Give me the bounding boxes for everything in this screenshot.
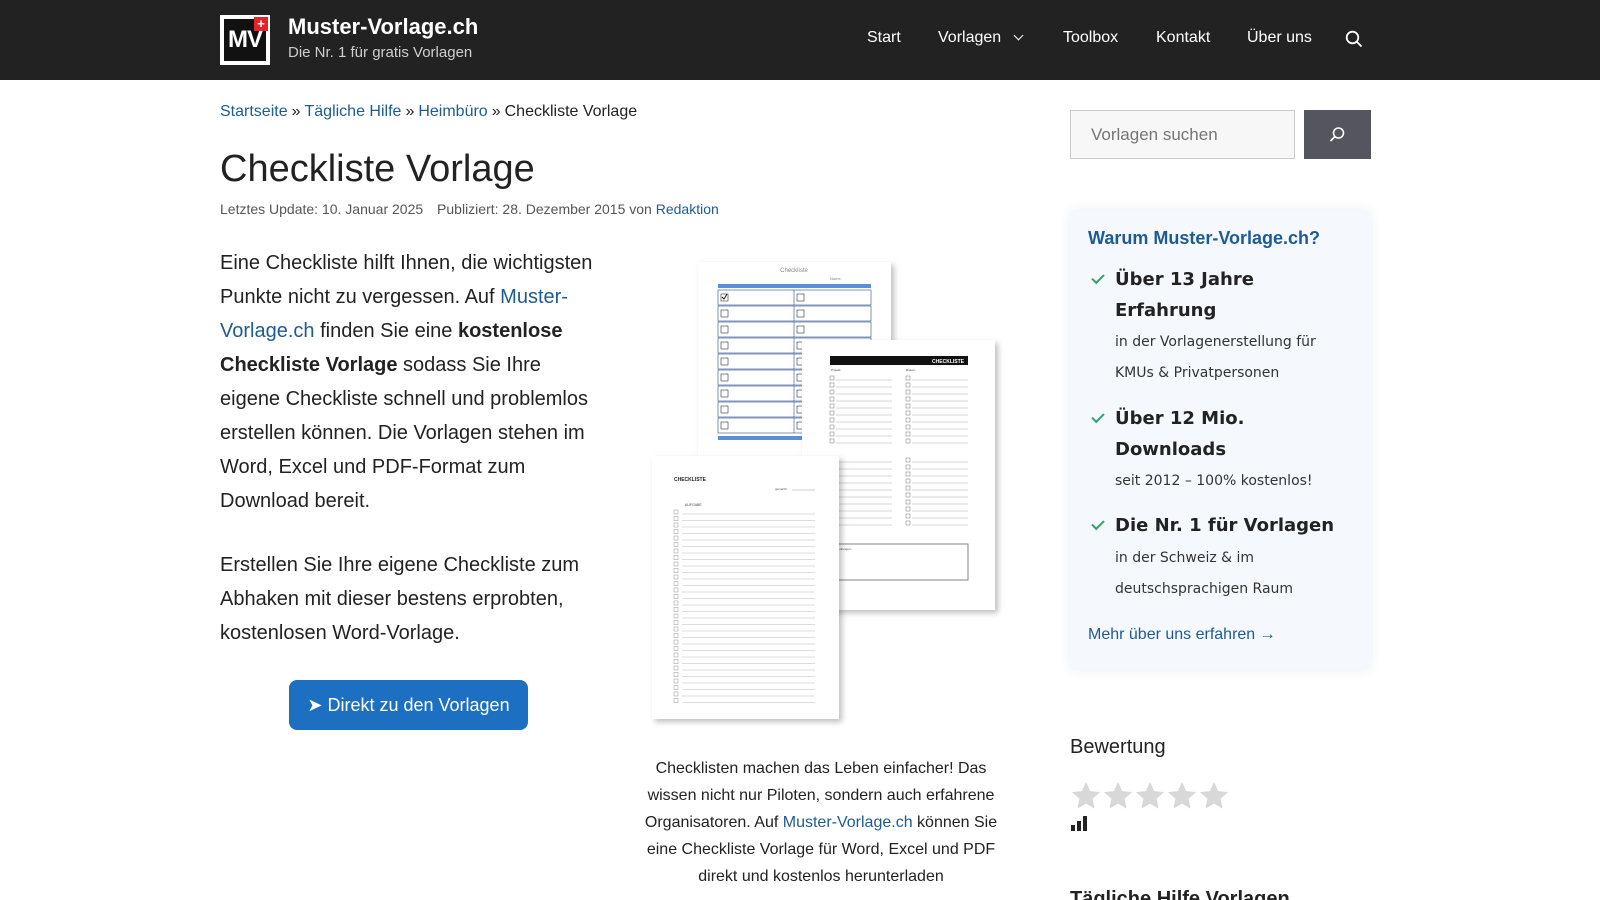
about-us-link[interactable]: Mehr über uns erfahren → (1088, 626, 1276, 644)
intro-paragraph: Eine Checkliste hilft Ihnen, die wichtig… (220, 246, 600, 518)
published-date: Publiziert: 28. Dezember 2015 von (437, 201, 652, 217)
nav-item-ueber-uns[interactable]: Über uns (1247, 29, 1312, 47)
star-icon[interactable] (1134, 780, 1166, 812)
check-icon (1091, 516, 1105, 531)
breadcrumb-separator: » (491, 103, 501, 120)
why-us-title: Warum Muster-Vorlage.ch? (1088, 228, 1321, 248)
doc1-name: Name: (830, 276, 842, 281)
caption-site-link[interactable]: Muster-Vorlage.ch (783, 814, 913, 831)
site-logo[interactable]: MV + (220, 15, 270, 65)
breadcrumb-separator: » (291, 103, 301, 120)
why-us-box: Warum Muster-Vorlage.ch? Über 13 Jahre E… (1070, 210, 1371, 670)
why-item-heading: Über 13 Jahre Erfahrung (1115, 269, 1254, 321)
star-icon[interactable] (1102, 780, 1134, 812)
intro-paragraph-2: Erstellen Sie Ihre eigene Checkliste zum… (220, 554, 580, 644)
check-icon (1091, 409, 1105, 424)
post-meta: Letztes Update: 10. Januar 2025 Publizie… (220, 201, 719, 217)
author-link[interactable]: Redaktion (656, 201, 719, 217)
star-icon[interactable] (1166, 780, 1198, 812)
star-icon[interactable] (1070, 780, 1102, 812)
search-icon[interactable] (1345, 30, 1363, 48)
why-item-description: in der Schweiz & im deutschsprachigen Ra… (1115, 550, 1294, 597)
breadcrumb: Startseite» Tägliche Hilfe» Heimbüro» Check… (220, 103, 637, 121)
nav-item-vorlagen[interactable]: Vorlagen (938, 29, 1024, 47)
nav-item-start[interactable]: Start (867, 29, 901, 47)
doc2-col1: Projekt: (831, 368, 841, 372)
site-title[interactable]: Muster-Vorlage.ch (288, 14, 478, 40)
nav-item-toolbox[interactable]: Toolbox (1063, 29, 1118, 47)
chevron-down-icon (1013, 30, 1024, 41)
breadcrumb-link-taegliche-hilfe[interactable]: Tägliche Hilfe (305, 103, 402, 120)
doc1-title: Checkliste (780, 268, 808, 274)
intro-text: finden Sie eine (314, 320, 458, 342)
breadcrumb-separator: » (405, 103, 415, 120)
direct-to-templates-button[interactable]: ➤ Direkt zu den Vorlagen (289, 680, 528, 730)
site-header: MV + Muster-Vorlage.ch Die Nr. 1 für gra… (0, 0, 1600, 80)
doc3-title: CHECKLISTE (674, 477, 707, 483)
breadcrumb-link-startseite[interactable]: Startseite (220, 103, 288, 120)
doc3-right: gemacht: (775, 487, 788, 491)
doc2-col2: Datum: (906, 368, 916, 372)
why-item-description: seit 2012 – 100% kostenlos! (1115, 473, 1313, 489)
site-tagline: Die Nr. 1 für gratis Vorlagen (288, 44, 473, 61)
why-item-description: in der Vorlagenerstellung für KMUs & Pri… (1115, 334, 1316, 381)
nav-item-label: Vorlagen (938, 29, 1002, 46)
breadcrumb-link-heimbuero[interactable]: Heimbüro (418, 103, 487, 120)
check-icon (1091, 270, 1105, 285)
sidebar-section-title: Tägliche Hilfe Vorlagen (1070, 888, 1290, 900)
rating-stats-icon (1071, 815, 1089, 831)
breadcrumb-current: Checkliste Vorlage (504, 103, 638, 120)
page-title: Checkliste Vorlage (220, 148, 535, 190)
why-item-heading: Über 12 Mio. Downloads (1115, 408, 1245, 460)
swiss-flag-icon: + (254, 17, 268, 31)
sidebar-search-button[interactable] (1304, 110, 1371, 159)
sidebar-search-input[interactable] (1070, 110, 1295, 159)
doc2-title: CHECKLISTE (932, 359, 965, 365)
doc3-sub: AUFGABE (685, 503, 702, 507)
checklist-doc-3: CHECKLISTE AUFGABE gemacht: (652, 456, 839, 719)
nav-item-kontakt[interactable]: Kontakt (1156, 29, 1210, 47)
star-icon[interactable] (1198, 780, 1230, 812)
why-item-heading: Die Nr. 1 für Vorlagen (1115, 515, 1335, 536)
checklist-template-preview-image[interactable]: Checkliste Name: CHECKLISTE Projekt: Dat… (650, 258, 1005, 728)
image-caption: Checklisten machen das Leben einfacher! … (640, 755, 1002, 890)
rating-title: Bewertung (1070, 736, 1166, 758)
search-icon (1329, 127, 1345, 142)
intro-text: sodass Sie Ihre eigene Checkliste schnel… (220, 354, 588, 512)
updated-date: Letztes Update: 10. Januar 2025 (220, 201, 424, 217)
